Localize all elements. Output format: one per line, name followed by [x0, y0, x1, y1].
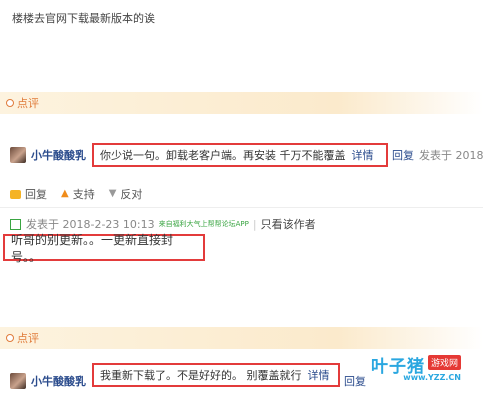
- comment-username[interactable]: 小牛酸酸乳: [31, 373, 86, 389]
- highlight-box: 我重新下载了。不是好好的。 别覆盖就行 详情: [92, 363, 340, 387]
- divider: [0, 207, 483, 208]
- oppose-action[interactable]: ▼ 反对: [109, 186, 143, 202]
- comment-timestamp: 发表于 2018-2-2: [419, 149, 483, 162]
- circle-icon: [6, 99, 14, 107]
- comment-section-header: 点评: [0, 92, 483, 114]
- reply-icon: [10, 189, 21, 199]
- intro-text: 楼楼去官网下载最新版本的诶: [12, 12, 155, 25]
- comment-section-header: 点评: [0, 327, 483, 349]
- comment-text: 你少说一句。卸载老客户端。再安装 千万不能覆盖: [100, 149, 346, 162]
- highlight-box: 你少说一句。卸载老客户端。再安装 千万不能覆盖 详情: [92, 143, 388, 167]
- avatar[interactable]: [10, 373, 26, 389]
- reply-action-label: 回复: [25, 188, 47, 201]
- support-action-label: 支持: [72, 188, 95, 201]
- watermark-logo: 叶子猪 游戏网 www.YZZ.CN: [371, 352, 461, 384]
- app-source-text[interactable]: 来自福利大气上帮帮论坛APP: [159, 219, 249, 229]
- details-link[interactable]: 详情: [352, 147, 374, 163]
- avatar[interactable]: [10, 147, 26, 163]
- watermark-url: www.YZZ.CN: [403, 373, 461, 382]
- comment-text: 我重新下载了。不是好好的。 别覆盖就行: [100, 369, 302, 382]
- reply-link[interactable]: 回复: [344, 373, 366, 389]
- thumb-down-icon: ▼: [108, 188, 117, 199]
- details-link[interactable]: 详情: [308, 367, 330, 383]
- highlight-box: 听哥的别更新。。一更新直接封号。。: [3, 233, 205, 264]
- support-action[interactable]: ▲ 支持: [61, 186, 95, 202]
- post-body: 听哥的别更新。。一更新直接封号。。: [11, 232, 174, 264]
- comment-section-label: 点评: [17, 97, 39, 110]
- comment-username[interactable]: 小牛酸酸乳: [31, 147, 86, 163]
- divider: |: [252, 217, 257, 231]
- reply-link[interactable]: 回复: [392, 147, 414, 163]
- thumb-up-icon: ▲: [61, 188, 69, 199]
- comment-row: 小牛酸酸乳 你少说一句。卸载老客户端。再安装 千万不能覆盖 详情 回复 发表于 …: [10, 143, 483, 167]
- reply-action[interactable]: 回复: [10, 186, 47, 202]
- circle-icon: [6, 334, 14, 342]
- watermark-tag: 游戏网: [427, 355, 461, 370]
- post-actions: 回复 ▲ 支持 ▼ 反对: [10, 186, 142, 202]
- oppose-action-label: 反对: [120, 188, 143, 201]
- only-author-link[interactable]: 只看该作者: [261, 216, 316, 232]
- post-icon: [10, 218, 21, 230]
- comment-section-label: 点评: [17, 332, 39, 345]
- comment-row: 小牛酸酸乳 我重新下载了。不是好好的。 别覆盖就行 详情 回复: [10, 363, 366, 389]
